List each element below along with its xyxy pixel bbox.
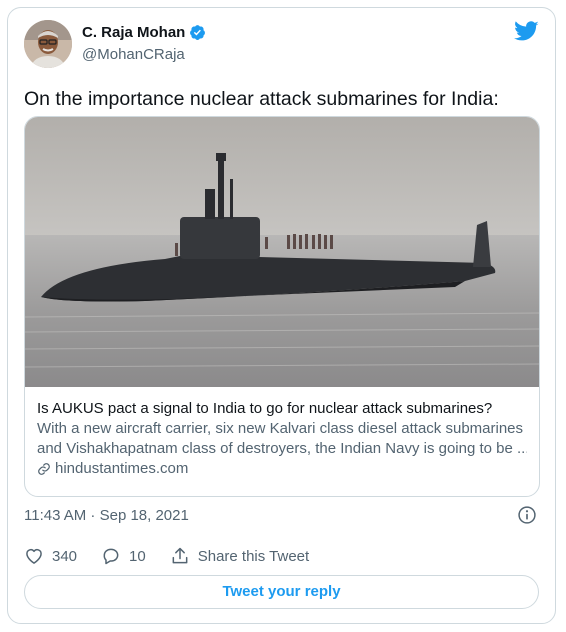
link-description-line: and Vishakhapatnam class of destroyers, … — [37, 440, 527, 457]
share-label: Share this Tweet — [197, 547, 310, 565]
author-handle[interactable]: @MohanCRaja — [82, 46, 185, 63]
like-count: 340 — [52, 547, 78, 565]
tweet-timestamp[interactable]: 11:43 AM · Sep 18, 2021 — [24, 507, 189, 524]
author-name-row[interactable]: C. Raja Mohan — [82, 24, 206, 41]
link-domain-row[interactable]: hindustantimes.com — [37, 459, 527, 479]
avatar[interactable] — [24, 20, 72, 68]
link-title[interactable]: Is AUKUS pact a signal to India to go fo… — [37, 399, 527, 419]
share-button[interactable]: Share this Tweet — [170, 546, 309, 566]
tweet-your-reply-button[interactable]: Tweet your reply — [24, 575, 539, 609]
reply-button[interactable]: 10 — [101, 546, 146, 566]
tweet-text: On the importance nuclear attack submari… — [24, 88, 499, 110]
info-icon[interactable] — [517, 505, 537, 525]
tweet-actions: 340 10 Share this Tweet — [24, 545, 333, 567]
heart-icon — [26, 549, 42, 564]
tweet-card: C. Raja Mohan @MohanCRaja On the importa… — [7, 7, 556, 624]
reply-bubble-icon — [103, 548, 119, 565]
link-icon — [38, 463, 50, 475]
like-button[interactable]: 340 — [24, 546, 77, 566]
twitter-bird-icon[interactable] — [514, 21, 539, 42]
submarine-image[interactable] — [25, 117, 540, 387]
link-description-line: With a new aircraft carrier, six new Kal… — [37, 420, 524, 437]
reply-count: 10 — [129, 547, 146, 565]
share-icon — [172, 547, 188, 564]
author-name[interactable]: C. Raja Mohan — [82, 24, 185, 41]
link-preview-body: Is AUKUS pact a signal to India to go fo… — [37, 399, 527, 479]
link-preview-card[interactable]: Is AUKUS pact a signal to India to go fo… — [24, 116, 540, 497]
link-domain: hindustantimes.com — [55, 460, 189, 477]
verified-badge-icon — [190, 25, 206, 40]
link-description: With a new aircraft carrier, six new Kal… — [37, 419, 527, 459]
